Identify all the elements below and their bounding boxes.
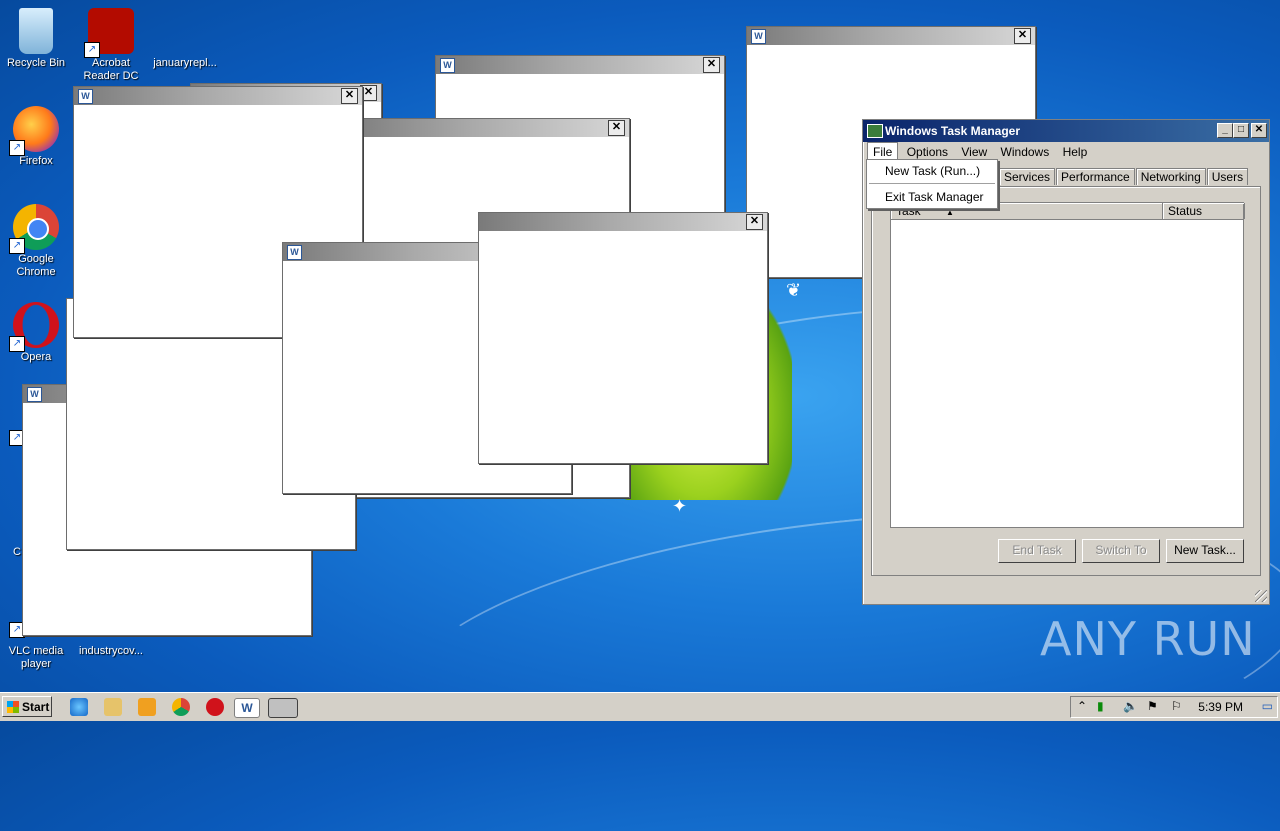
tab-services[interactable]: Services [999, 168, 1056, 185]
close-icon[interactable]: ✕ [746, 214, 763, 230]
desktop-icon-label: industrycov... [79, 645, 143, 657]
switch-to-button[interactable]: Switch To [1082, 539, 1160, 563]
close-icon[interactable]: ✕ [1014, 28, 1031, 44]
chrome-icon: ↗ [9, 204, 59, 254]
task-manager-titlebar[interactable]: Windows Task Manager _ □ ✕ [863, 120, 1269, 142]
desktop-icon-chrome[interactable]: ↗ Google Chrome [1, 204, 71, 279]
word-icon[interactable]: W [234, 698, 260, 718]
resize-grip-icon[interactable] [1255, 590, 1267, 602]
ie-icon[interactable] [70, 698, 88, 716]
butterfly-icon: ❦ [786, 280, 802, 300]
window-titlebar[interactable]: W ✕ [436, 56, 724, 74]
task-list[interactable]: Task ▲ Status [890, 202, 1245, 528]
opera-icon[interactable] [206, 698, 224, 716]
word-icon: W [78, 89, 93, 104]
clock[interactable]: 5:39 PM [1198, 700, 1243, 714]
close-icon[interactable]: ✕ [1251, 123, 1267, 138]
shortcut-arrow-icon: ↗ [9, 140, 25, 156]
action-center-icon[interactable]: ⚑ [1147, 699, 1158, 713]
sparkle-icon: ✦ [672, 496, 688, 516]
desktop-icon-label: Acrobat Reader DC [83, 57, 139, 82]
minimize-icon[interactable]: _ [1217, 123, 1233, 138]
blank-word-window[interactable]: ✕ [478, 212, 768, 464]
opera-icon: ↗ [9, 302, 59, 352]
desktop-icon-acrobat[interactable]: ↗ Acrobat Reader DC [76, 8, 146, 83]
window-titlebar[interactable]: ✕ [341, 119, 629, 137]
tab-networking[interactable]: Networking [1135, 168, 1206, 185]
watermark: ANY RUN [1040, 612, 1256, 666]
maximize-icon[interactable]: □ [1233, 123, 1249, 138]
desktop-icon-label: VLC media player [8, 645, 64, 670]
menu-item-new-task[interactable]: New Task (Run...) [885, 164, 980, 178]
network-status-icon[interactable]: ▮ [1097, 699, 1104, 713]
window-titlebar[interactable]: W ✕ [747, 27, 1035, 45]
task-manager-icon[interactable] [268, 698, 298, 718]
desktop-icon-firefox[interactable]: ↗ Firefox [1, 106, 71, 168]
close-icon[interactable]: ✕ [341, 88, 358, 104]
tab-strip: Services Performance Networking Users [999, 168, 1249, 185]
tab-performance[interactable]: Performance [1056, 168, 1135, 185]
flag-icon[interactable]: ⚐ [1171, 699, 1182, 713]
window-titlebar[interactable]: ✕ [479, 213, 767, 231]
start-button[interactable]: Start [2, 696, 52, 717]
recycle-bin-icon [19, 8, 53, 54]
menu-bar: File Options View Windows Help [867, 142, 1093, 162]
window-title: Windows Task Manager [885, 124, 1021, 138]
close-icon[interactable]: ✕ [703, 57, 720, 73]
volume-icon[interactable]: 🔈 [1123, 699, 1138, 713]
desktop-icon-label: januaryrepl... [153, 57, 217, 69]
windows-logo-icon [7, 701, 19, 713]
word-icon: W [287, 245, 302, 260]
shortcut-arrow-icon: ↗ [84, 42, 100, 58]
end-task-button[interactable]: End Task [998, 539, 1076, 563]
column-status[interactable]: Status [1163, 203, 1245, 219]
desktop-icon-label: Google Chrome [16, 253, 56, 278]
word-icon: W [440, 58, 455, 73]
menu-separator [869, 183, 995, 184]
media-player-icon[interactable] [138, 698, 156, 716]
document-icon [162, 8, 208, 54]
taskbar: Start W ⌃ ▮ 🔈 ⚑ ⚐ 5:39 PM ▭ [0, 692, 1280, 721]
desktop-icon-label: C [13, 546, 21, 558]
desktop-icon-label: Opera [20, 351, 52, 363]
acrobat-icon: ↗ [84, 8, 134, 58]
menu-windows[interactable]: Windows [996, 143, 1055, 161]
desktop-icon-recycle-bin[interactable]: Recycle Bin [1, 8, 71, 70]
firefox-icon: ↗ [9, 106, 59, 156]
task-manager-icon [867, 124, 883, 138]
explorer-icon[interactable] [104, 698, 122, 716]
show-hidden-icons-icon[interactable]: ⌃ [1077, 699, 1087, 713]
word-icon: W [751, 29, 766, 44]
desktop-icon-label: Recycle Bin [6, 57, 66, 69]
shortcut-arrow-icon: ↗ [9, 336, 25, 352]
desktop-icon-januaryrepl[interactable]: januaryrepl... [150, 8, 220, 70]
window-titlebar[interactable]: W ✕ [74, 87, 362, 105]
sort-ascending-icon: ▲ [946, 208, 954, 217]
close-icon[interactable]: ✕ [608, 120, 625, 136]
menu-item-exit[interactable]: Exit Task Manager [885, 190, 984, 204]
shortcut-arrow-icon: ↗ [9, 238, 25, 254]
desktop-icon-opera[interactable]: ↗ Opera [1, 302, 71, 364]
system-tray: ⌃ ▮ 🔈 ⚑ ⚐ 5:39 PM ▭ [1070, 696, 1278, 718]
chrome-icon[interactable] [172, 698, 190, 716]
applications-panel: Task ▲ Status End Task Switch To New Tas… [871, 186, 1261, 576]
new-task-button[interactable]: New Task... [1166, 539, 1244, 563]
word-icon: W [27, 387, 42, 402]
tab-users[interactable]: Users [1206, 168, 1249, 185]
menu-help[interactable]: Help [1058, 143, 1093, 161]
file-menu-dropdown: New Task (Run...) Exit Task Manager [866, 159, 998, 209]
desktop-icon-label: Firefox [19, 155, 53, 167]
show-desktop-icon[interactable]: ▭ [1262, 699, 1273, 713]
